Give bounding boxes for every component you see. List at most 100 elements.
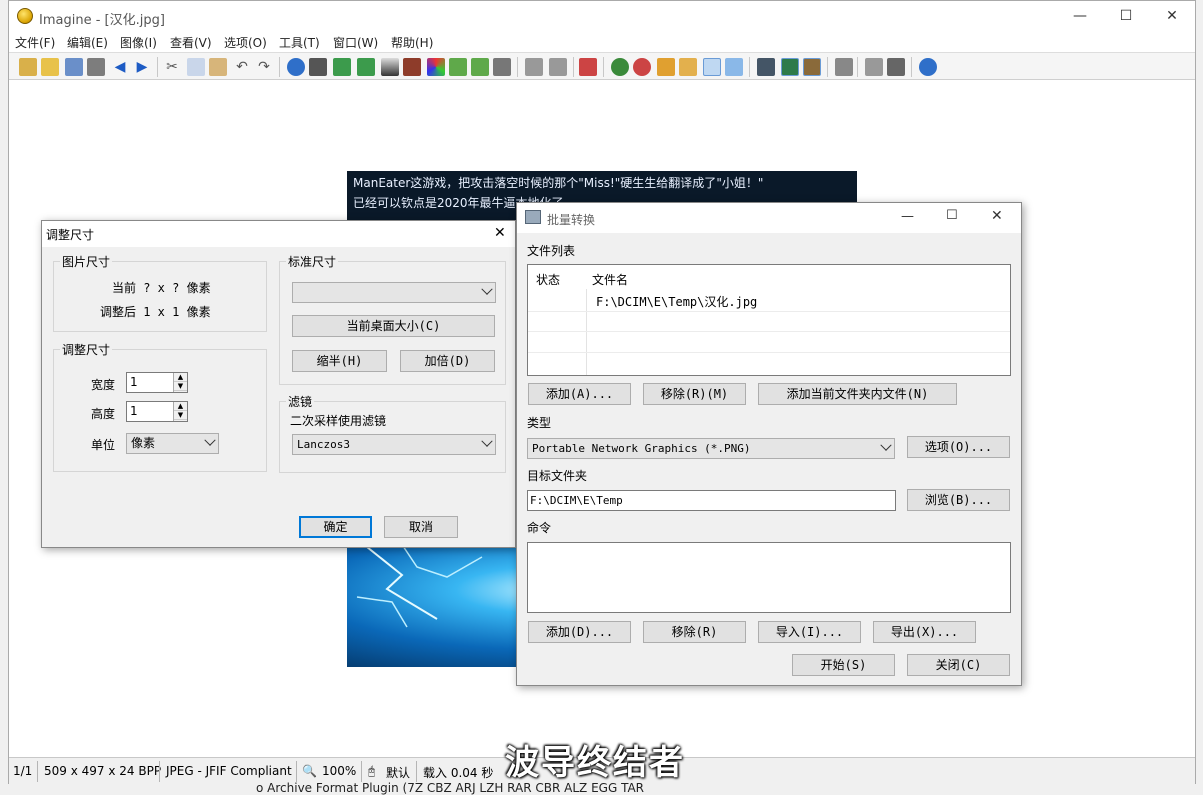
- rotate-icon[interactable]: [449, 58, 467, 76]
- resize-dialog-title: 调整尺寸: [46, 228, 95, 242]
- menu-tools[interactable]: 工具(T): [279, 34, 320, 51]
- command-label: 命令: [527, 521, 552, 535]
- menu-window[interactable]: 窗口(W): [333, 34, 378, 51]
- effects-icon[interactable]: [427, 58, 445, 76]
- zoom-out-icon[interactable]: [633, 58, 651, 76]
- resize-group-label: 调整尺寸: [60, 341, 113, 358]
- help-icon[interactable]: [919, 58, 937, 76]
- batch-dialog-titlebar: 批量转换 — ☐ ✕: [517, 203, 1021, 233]
- type-select[interactable]: Portable Network Graphics (*.PNG): [527, 438, 895, 459]
- minimize-button[interactable]: —: [1057, 1, 1103, 32]
- status-load-time: 载入 0.04 秒: [423, 766, 494, 780]
- slideshow-icon[interactable]: [579, 58, 597, 76]
- print-icon[interactable]: [87, 58, 105, 76]
- previous-icon[interactable]: ◀: [111, 58, 129, 76]
- width-down-icon[interactable]: ▼: [174, 382, 187, 391]
- menu-help[interactable]: 帮助(H): [391, 34, 433, 51]
- command-list[interactable]: [527, 542, 1011, 613]
- title-bar: Imagine - [汉化.jpg] — ☐ ✕: [9, 1, 1195, 32]
- redo-icon[interactable]: ↷: [255, 58, 273, 76]
- grayscale-icon[interactable]: [381, 58, 399, 76]
- export-button[interactable]: 导出(X)...: [873, 621, 976, 643]
- batch-icon[interactable]: [493, 58, 511, 76]
- command-remove-button[interactable]: 移除(R): [643, 621, 746, 643]
- status-page: 1/1: [13, 764, 33, 778]
- menu-view[interactable]: 查看(V): [170, 34, 212, 51]
- capture-icon[interactable]: [887, 58, 905, 76]
- close-dialog-button[interactable]: 关闭(C): [907, 654, 1010, 676]
- open-folder-icon[interactable]: [41, 58, 59, 76]
- menu-edit[interactable]: 编辑(E): [67, 34, 108, 51]
- add-folder-files-button[interactable]: 添加当前文件夹内文件(N): [758, 383, 957, 405]
- next-icon[interactable]: ▶: [133, 58, 151, 76]
- batch-minimize-button[interactable]: —: [901, 209, 914, 224]
- start-button[interactable]: 开始(S): [792, 654, 895, 676]
- standard-size-group-label: 标准尺寸: [286, 253, 339, 270]
- maximize-button[interactable]: ☐: [1103, 1, 1149, 32]
- browser-icon[interactable]: [781, 58, 799, 76]
- desktop-size-button[interactable]: 当前桌面大小(C): [292, 315, 495, 337]
- target-folder-input[interactable]: F:\DCIM\E\Temp: [527, 490, 896, 511]
- next-page-icon[interactable]: [549, 58, 567, 76]
- crop-icon[interactable]: [357, 58, 375, 76]
- file-list[interactable]: 状态 文件名 F:\DCIM\E\Temp\汉化.jpg: [527, 264, 1011, 376]
- height-up-icon[interactable]: ▲: [174, 402, 187, 411]
- paste-icon[interactable]: [209, 58, 227, 76]
- ok-button[interactable]: 确定: [299, 516, 372, 538]
- remove-file-button[interactable]: 移除(R)(M): [643, 383, 746, 405]
- width-up-icon[interactable]: ▲: [174, 373, 187, 382]
- batch-close-button[interactable]: ✕: [991, 208, 1003, 224]
- command-add-button[interactable]: 添加(D)...: [528, 621, 631, 643]
- browse-button[interactable]: 浏览(B)...: [907, 489, 1010, 511]
- copy-icon[interactable]: [187, 58, 205, 76]
- unit-label: 单位: [91, 438, 116, 452]
- image-size-group: 图片尺寸 当前 ? x ? 像素 调整后 1 x 1 像素: [53, 253, 267, 332]
- camera-icon[interactable]: [309, 58, 327, 76]
- settings-icon[interactable]: [835, 58, 853, 76]
- save-icon[interactable]: [65, 58, 83, 76]
- resize-dialog: 调整尺寸 ✕ 图片尺寸 当前 ? x ? 像素 调整后 1 x 1 像素 调整尺…: [41, 220, 516, 548]
- flip-icon[interactable]: [471, 58, 489, 76]
- window-title: Imagine - [汉化.jpg]: [39, 13, 165, 28]
- close-button[interactable]: ✕: [1149, 1, 1195, 32]
- menu-file[interactable]: 文件(F): [15, 34, 55, 51]
- paint-icon[interactable]: [803, 58, 821, 76]
- width-spinner[interactable]: 1 ▲ ▼: [126, 372, 188, 393]
- unit-select[interactable]: 像素: [126, 433, 219, 454]
- menu-options[interactable]: 选项(O): [224, 34, 267, 51]
- chevron-down-icon: [204, 434, 216, 446]
- standard-size-group: 标准尺寸 当前桌面大小(C) 缩半(H) 加倍(D): [279, 253, 506, 385]
- standard-size-select[interactable]: [292, 282, 496, 303]
- resize-icon[interactable]: [333, 58, 351, 76]
- fit-window-icon[interactable]: [703, 58, 721, 76]
- fullscreen-icon[interactable]: [757, 58, 775, 76]
- half-button[interactable]: 缩半(H): [292, 350, 387, 372]
- options-button[interactable]: 选项(O)...: [907, 436, 1010, 458]
- menu-image[interactable]: 图像(I): [120, 34, 157, 51]
- import-button[interactable]: 导入(I)...: [758, 621, 861, 643]
- menu-bar: 文件(F) 编辑(E) 图像(I) 查看(V) 选项(O) 工具(T) 窗口(W…: [9, 32, 1195, 52]
- undo-icon[interactable]: ↶: [233, 58, 251, 76]
- new-icon[interactable]: [19, 58, 37, 76]
- zoom-fit-icon[interactable]: [657, 58, 675, 76]
- resize-dialog-close[interactable]: ✕: [494, 225, 506, 241]
- height-spinner[interactable]: 1 ▲ ▼: [126, 401, 188, 422]
- height-down-icon[interactable]: ▼: [174, 411, 187, 420]
- color-adjust-icon[interactable]: [403, 58, 421, 76]
- actual-size-icon[interactable]: [679, 58, 697, 76]
- prev-page-icon[interactable]: [525, 58, 543, 76]
- batch-app-icon: [525, 210, 541, 224]
- filter-group: 滤镜 二次采样使用滤镜 Lanczos3: [279, 393, 506, 473]
- cancel-button[interactable]: 取消: [384, 516, 458, 538]
- status-mode: 默认: [386, 766, 411, 780]
- fit-width-icon[interactable]: [725, 58, 743, 76]
- info-icon[interactable]: [287, 58, 305, 76]
- double-button[interactable]: 加倍(D): [400, 350, 495, 372]
- zoom-in-icon[interactable]: [611, 58, 629, 76]
- add-file-button[interactable]: 添加(A)...: [528, 383, 631, 405]
- plugin-icon[interactable]: [865, 58, 883, 76]
- cut-icon[interactable]: ✂: [163, 58, 181, 76]
- filter-select[interactable]: Lanczos3: [292, 434, 496, 455]
- batch-maximize-button[interactable]: ☐: [946, 208, 958, 223]
- file-name: F:\DCIM\E\Temp\汉化.jpg: [596, 295, 758, 309]
